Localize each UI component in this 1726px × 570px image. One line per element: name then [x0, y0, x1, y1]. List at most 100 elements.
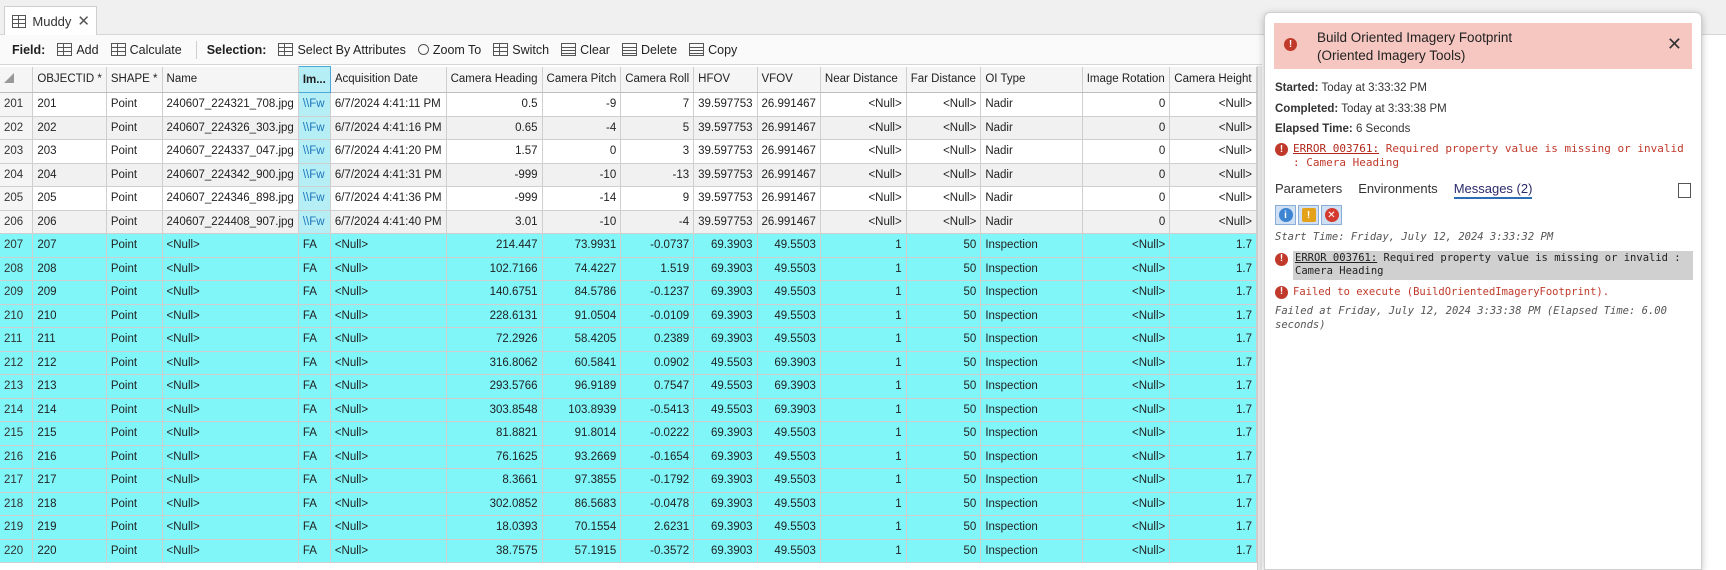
table-cell[interactable]: 8.3661: [446, 468, 543, 493]
table-cell[interactable]: 50: [906, 304, 982, 328]
table-row[interactable]: 201 201 Point 240607_224321_708.jpg \\Fw 6/7/…: [0, 92, 1257, 117]
table-cell[interactable]: Point: [106, 139, 163, 164]
table-cell[interactable]: Point: [106, 398, 163, 422]
table-cell[interactable]: 1.7: [1169, 257, 1257, 281]
table-cell[interactable]: 209: [32, 280, 107, 305]
row-header[interactable]: 219: [0, 515, 34, 540]
table-cell[interactable]: 76.1625: [446, 445, 543, 469]
table-cell[interactable]: 217: [32, 468, 107, 493]
row-header[interactable]: 204: [0, 163, 34, 187]
table-row[interactable]: 215 215 Point <Null> FA <Null> 81.8821 91.8014-…: [0, 421, 1257, 446]
table-cell[interactable]: 1.7: [1169, 539, 1257, 563]
table-cell[interactable]: <Null>: [1082, 515, 1171, 540]
row-header[interactable]: 210: [0, 304, 34, 328]
table-cell[interactable]: <Null>: [1082, 398, 1171, 422]
table-cell[interactable]: 6/7/2024 4:41:11 PM: [330, 92, 447, 117]
table-cell[interactable]: <Null>: [1082, 445, 1171, 469]
table-cell[interactable]: 69.3903: [693, 304, 758, 328]
table-cell[interactable]: Point: [106, 280, 163, 305]
table-cell[interactable]: <Null>: [162, 233, 299, 258]
table-cell[interactable]: 26.991467: [757, 163, 821, 187]
switch-button[interactable]: Switch: [489, 43, 553, 57]
table-cell[interactable]: Inspection: [980, 351, 1083, 375]
filter-info-button[interactable]: i: [1275, 205, 1296, 225]
select-all-corner[interactable]: [0, 66, 34, 93]
table-cell[interactable]: 211: [32, 327, 107, 352]
table-cell[interactable]: 49.5503: [693, 351, 758, 375]
table-cell[interactable]: 212: [32, 351, 107, 375]
table-cell[interactable]: 49.5503: [693, 374, 758, 399]
table-row[interactable]: 213 213 Point <Null> FA <Null> 293.5766 96.9189…: [0, 374, 1257, 399]
column-header[interactable]: OI Type: [980, 66, 1083, 93]
table-cell[interactable]: 220: [32, 539, 107, 563]
table-cell[interactable]: 18.0393: [446, 515, 543, 540]
table-cell[interactable]: 69.3903: [693, 280, 758, 305]
column-header[interactable]: Near Distance: [820, 66, 907, 93]
table-cell[interactable]: 58.4205: [542, 327, 622, 352]
table-cell[interactable]: 0.7547: [620, 374, 695, 399]
filter-warning-button[interactable]: !: [1298, 205, 1319, 225]
pane-splitter[interactable]: [1257, 66, 1262, 570]
table-cell[interactable]: 1: [820, 280, 907, 305]
table-cell[interactable]: 1: [820, 304, 907, 328]
table-cell[interactable]: 1: [820, 233, 907, 258]
table-cell[interactable]: 1.7: [1169, 468, 1257, 493]
table-cell[interactable]: 73.9931: [542, 233, 622, 258]
table-cell[interactable]: FA: [298, 445, 331, 469]
table-cell[interactable]: 203: [32, 139, 107, 164]
table-cell[interactable]: 70.1554: [542, 515, 622, 540]
table-row[interactable]: 209 209 Point <Null> FA <Null> 140.6751 84.5786…: [0, 280, 1257, 305]
table-cell[interactable]: 50: [906, 468, 982, 493]
table-cell[interactable]: 0: [542, 139, 622, 164]
table-cell[interactable]: 1: [820, 374, 907, 399]
table-cell[interactable]: -999: [446, 163, 543, 187]
table-cell[interactable]: <Null>: [1169, 210, 1257, 234]
clear-button[interactable]: Clear: [557, 43, 614, 57]
table-cell[interactable]: 49.5503: [757, 445, 821, 469]
row-header[interactable]: 202: [0, 116, 34, 140]
table-cell[interactable]: <Null>: [162, 327, 299, 352]
table-cell[interactable]: Point: [106, 351, 163, 375]
table-cell[interactable]: 303.8548: [446, 398, 543, 422]
table-cell[interactable]: <Null>: [1082, 492, 1171, 516]
table-cell[interactable]: 26.991467: [757, 116, 821, 140]
table-row[interactable]: 216 216 Point <Null> FA <Null> 76.1625 93.2669-…: [0, 445, 1257, 469]
table-row[interactable]: 211 211 Point <Null> FA <Null> 72.2926 58.4205 0…: [0, 327, 1257, 352]
table-cell[interactable]: 96.9189: [542, 374, 622, 399]
column-header[interactable]: HFOV: [693, 66, 758, 93]
tab-muddy[interactable]: Muddy ✕: [4, 6, 97, 35]
tab-messages[interactable]: Messages (2): [1453, 181, 1533, 199]
table-cell[interactable]: <Null>: [330, 374, 447, 399]
table-cell[interactable]: 0: [1082, 116, 1171, 140]
table-cell[interactable]: 240607_224337_047.jpg: [162, 139, 299, 164]
table-cell[interactable]: 49.5503: [757, 233, 821, 258]
table-cell[interactable]: Inspection: [980, 468, 1083, 493]
tab-parameters[interactable]: Parameters: [1275, 181, 1342, 199]
table-cell[interactable]: 1: [820, 327, 907, 352]
table-cell[interactable]: 69.3903: [693, 233, 758, 258]
row-header[interactable]: 213: [0, 374, 34, 399]
table-cell[interactable]: <Null>: [330, 351, 447, 375]
table-cell[interactable]: Inspection: [980, 539, 1083, 563]
table-cell[interactable]: 39.597753: [693, 210, 758, 234]
tab-environments[interactable]: Environments: [1358, 181, 1437, 199]
table-cell[interactable]: 1.57: [446, 139, 543, 164]
table-cell[interactable]: -14: [542, 186, 622, 211]
table-cell[interactable]: 0: [1082, 163, 1171, 187]
table-cell[interactable]: <Null>: [162, 351, 299, 375]
table-cell[interactable]: 0.5: [446, 92, 543, 117]
table-cell[interactable]: 202: [32, 116, 107, 140]
table-cell[interactable]: 60.5841: [542, 351, 622, 375]
table-cell[interactable]: 1: [820, 539, 907, 563]
table-cell[interactable]: 97.3855: [542, 468, 622, 493]
table-cell[interactable]: Nadir: [980, 163, 1083, 187]
table-cell[interactable]: 26.991467: [757, 139, 821, 164]
table-cell[interactable]: 240607_224408_907.jpg: [162, 210, 299, 234]
table-cell[interactable]: 49.5503: [757, 515, 821, 540]
table-cell[interactable]: 39.597753: [693, 139, 758, 164]
table-cell[interactable]: Inspection: [980, 374, 1083, 399]
table-cell[interactable]: 26.991467: [757, 210, 821, 234]
table-cell[interactable]: \\Fw: [298, 139, 331, 164]
table-cell[interactable]: <Null>: [162, 257, 299, 281]
table-cell[interactable]: Point: [106, 92, 163, 117]
